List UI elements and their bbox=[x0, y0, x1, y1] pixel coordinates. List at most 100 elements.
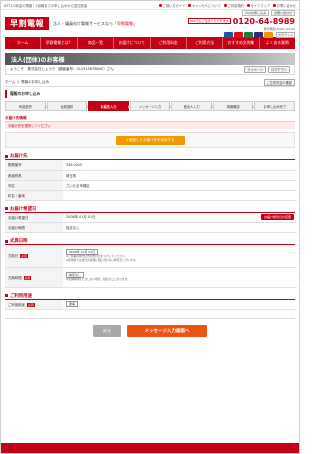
usage-select[interactable]: 慶事 bbox=[66, 301, 79, 308]
logout-button[interactable]: ログアウト bbox=[268, 66, 290, 73]
welcome-bar: ようこそ 株式会社しょうり（顧客番号：012345678890）さん マイページ… bbox=[5, 65, 295, 75]
contact-block: FAXお申し込み お問い合わせ FAXでもご注文いただけます 0120-64-8… bbox=[188, 9, 295, 38]
mypage-button[interactable]: マイページ bbox=[244, 66, 267, 73]
back-button[interactable]: 戻る bbox=[93, 325, 121, 337]
fax-buttons: FAXお申し込み お問い合わせ bbox=[242, 9, 295, 16]
bullet-icon bbox=[223, 3, 227, 7]
phone-number: 0120-64-8989 bbox=[232, 16, 295, 26]
recipient-title: お届け先 bbox=[10, 154, 28, 159]
top-link-label: キャンセルについて bbox=[192, 3, 221, 8]
fax-badge: FAXでもご注文いただけます bbox=[188, 18, 231, 24]
ceremony-time-cell: 指定なし ※式典時間を入力しない場合、指定なしとなります。 bbox=[63, 267, 297, 288]
business-hours: 受付時間 8:00～19:00 bbox=[263, 26, 295, 31]
top-link-label: ご利用規約 bbox=[227, 3, 244, 8]
delivery-date-table: お届け希望日 2008年 01月 01日 お届け希望日の変更 お届け時間 指定な… bbox=[5, 212, 297, 233]
footer-bar bbox=[1, 443, 299, 453]
welcome-text: ようこそ 株式会社しょうり（顧客番号：012345678890）さん bbox=[10, 67, 114, 71]
table-row: 式典時間 必須 指定なし ※式典時間を入力しない場合、指定なしとなります。 bbox=[5, 267, 297, 288]
top-link-terms[interactable]: ご利用規約 bbox=[223, 3, 244, 8]
nav-delivery[interactable]: お届けについて bbox=[114, 37, 151, 49]
square-bullet-icon bbox=[5, 239, 8, 243]
site-logo[interactable]: 早割電報 bbox=[5, 17, 49, 30]
banner-title: 法人(団体)のお客様 bbox=[11, 56, 65, 64]
use-saved-recipient-button[interactable]: ＋登録したお届け先を利用する bbox=[115, 135, 185, 145]
change-delivery-date-button[interactable]: お届け希望日の変更 bbox=[260, 214, 294, 221]
step-complete: お申し込み完了 bbox=[254, 101, 296, 111]
table-row: 郵便番号 336 0925 bbox=[5, 160, 297, 171]
required-badge: 必須 bbox=[23, 275, 32, 280]
select-recipient-note: お届け先を選択してください bbox=[5, 122, 295, 129]
table-row: 町名・番地 bbox=[5, 190, 297, 201]
address-label: 町名・番地 bbox=[5, 190, 63, 201]
required-badge: 必須 bbox=[20, 254, 28, 259]
next-button[interactable]: メッセージ入力画面へ bbox=[127, 325, 207, 337]
ceremony-date-label-cell: 式典日 必須 bbox=[5, 245, 63, 268]
tagline: 法人・議員向け電報サービスなら「早割電報」 bbox=[53, 21, 184, 27]
table-row: ご利用用途 必須 慶事 bbox=[5, 299, 297, 310]
delivery-time-label: お届け時間 bbox=[5, 222, 63, 233]
step-card: 台紙選択 bbox=[46, 101, 88, 111]
required-badge: 必須 bbox=[26, 302, 35, 307]
fax-order-button[interactable]: FAXお申し込み bbox=[242, 9, 269, 16]
feedback-button[interactable]: ご意見内容の確認 bbox=[263, 78, 295, 86]
recipient-heading: お届け先 bbox=[5, 153, 295, 160]
delivery-date-title: お届け希望日 bbox=[10, 206, 37, 212]
top-notice: NTT1/3利金の電報！1回様までの申し込みから翌日配達 bbox=[4, 3, 88, 8]
prefecture-value: 埼玉県 bbox=[63, 170, 297, 181]
top-link-guide[interactable]: ご使い方ガイド bbox=[158, 3, 185, 8]
nav-howto[interactable]: ご利用方法 bbox=[187, 37, 224, 49]
ceremony-note-3: ※式典時間を入力しない場合、指定なしとなります。 bbox=[66, 277, 130, 282]
square-bullet-icon bbox=[5, 294, 8, 297]
step-message: メッセージ入力 bbox=[129, 101, 171, 111]
usage-heading: ご利用用途 bbox=[5, 293, 295, 300]
tagline-highlight: 「早割電報」 bbox=[113, 20, 137, 26]
address-value bbox=[63, 190, 297, 201]
breadcrumb-text[interactable]: ホーム ＞ 電報のお申し込み bbox=[5, 80, 49, 85]
ceremony-heading: 式典日時 bbox=[5, 238, 295, 245]
bullet-icon bbox=[272, 3, 276, 7]
recipient-table: 郵便番号 336 0925 都道府県 埼玉県 市区 さいたま市緑区 町名・番地 bbox=[5, 160, 297, 201]
ceremony-time-label: 式典時間 bbox=[8, 275, 22, 280]
square-bullet-icon bbox=[5, 207, 8, 210]
nav-faq[interactable]: よくある質問 bbox=[260, 37, 295, 49]
page: NTT1/3利金の電報！1回様までの申し込みから翌日配達 ご使い方ガイド キャン… bbox=[0, 0, 300, 454]
nav-pricing[interactable]: ご利用料金 bbox=[151, 37, 187, 49]
top-link-sitemap[interactable]: サイトマップ bbox=[246, 3, 270, 8]
delivery-info-heading: お届け先情報 bbox=[5, 115, 295, 122]
usage-title: ご利用用途 bbox=[10, 293, 32, 299]
step-product: 商品選択 bbox=[5, 101, 47, 111]
section-title: 電報のお申し込み bbox=[5, 90, 295, 98]
top-link-contact[interactable]: お問い合わせ bbox=[272, 3, 296, 8]
table-row: 市区 さいたま市緑区 bbox=[5, 180, 297, 191]
prefecture-label: 都道府県 bbox=[5, 170, 63, 181]
usage-table: ご利用用途 必須 慶事 bbox=[5, 299, 297, 310]
nav-home[interactable]: ホーム bbox=[5, 37, 42, 49]
table-row: お届け希望日 2008年 01月 01日 お届け希望日の変更 bbox=[5, 212, 297, 223]
table-row: お届け時間 指定なし bbox=[5, 222, 297, 233]
ceremony-date-label: 式典日 bbox=[8, 254, 19, 259]
delivery-date-heading: お届け希望日 bbox=[5, 206, 295, 213]
corporate-banner: 法人(団体)のお客様 bbox=[5, 53, 295, 65]
nav-examples[interactable]: おすすめ文例集 bbox=[223, 37, 260, 49]
bullet-icon bbox=[246, 3, 250, 7]
nav-products[interactable]: 商品一覧 bbox=[78, 37, 115, 49]
saved-recipient-area: ＋登録したお届け先を利用する bbox=[5, 132, 295, 148]
contact-button[interactable]: お問い合わせ bbox=[270, 9, 295, 16]
usage-cell: 慶事 bbox=[63, 299, 297, 310]
nav-about[interactable]: 早割電報とは？ bbox=[41, 37, 78, 49]
ceremony-title: 式典日時 bbox=[10, 239, 28, 244]
step-sender: 差出人入力 bbox=[171, 101, 213, 111]
step-recipient: お届先入力 bbox=[88, 101, 130, 111]
ceremony-date-cell: 2008年 01月 01日 ※ご葬儀の場合は告別式の日を入力してください。 ※年… bbox=[63, 245, 297, 268]
ceremony-note-2: ※年賀状では当日の式典に間に合わない場合がございます。 bbox=[66, 257, 138, 262]
step-indicator: 商品選択 台紙選択 お届先入力 メッセージ入力 差出人入力 電報確認 お申し込み… bbox=[5, 101, 296, 111]
top-link-cancel[interactable]: キャンセルについて bbox=[188, 3, 221, 8]
top-link-label: お問い合わせ bbox=[276, 3, 296, 8]
main-nav: ホーム 早割電報とは？ 商品一覧 お届けについて ご利用料金 ご利用方法 おすす… bbox=[5, 37, 295, 49]
form-actions: 戻る メッセージ入力画面へ bbox=[5, 318, 295, 340]
usage-label: ご利用用途 bbox=[8, 302, 25, 307]
city-value: さいたま市緑区 bbox=[63, 180, 297, 191]
header: 早割電報 法人・議員向け電報サービスなら「早割電報」 FAXお申し込み お問い合… bbox=[1, 9, 299, 38]
table-row: 都道府県 埼玉県 bbox=[5, 170, 297, 181]
step-confirm: 電報確認 bbox=[212, 101, 255, 111]
